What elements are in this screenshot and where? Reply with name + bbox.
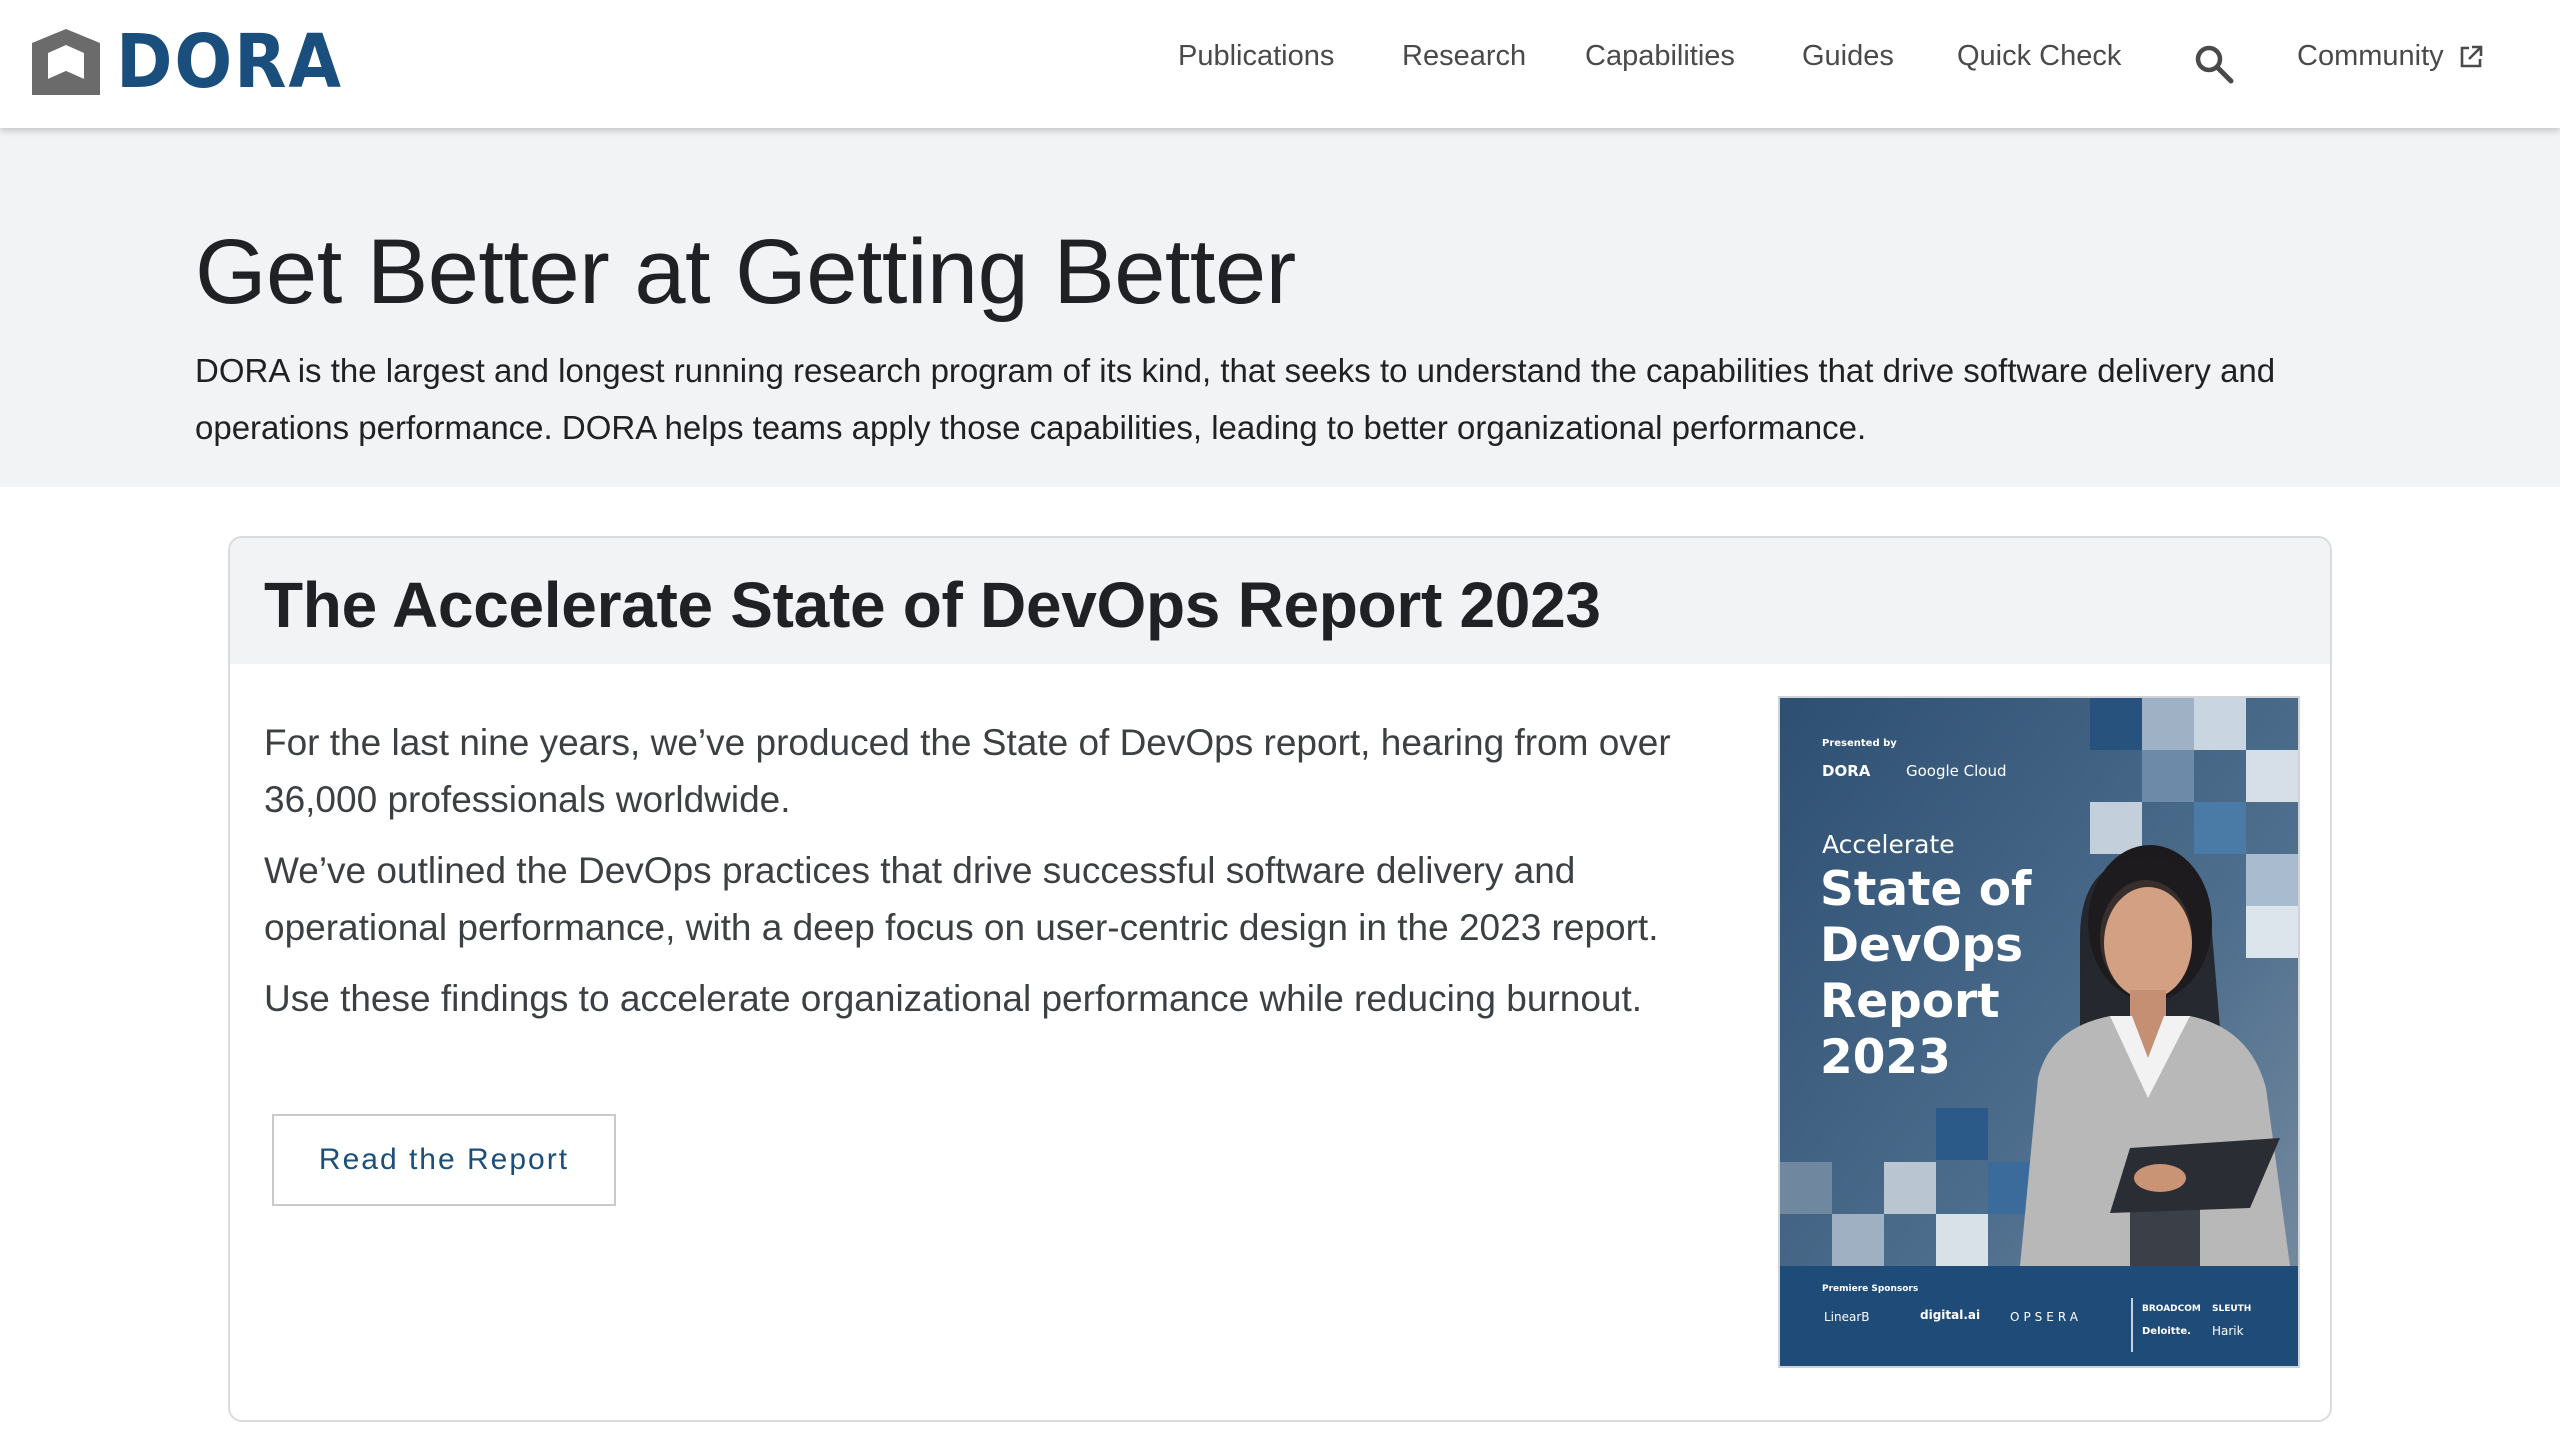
- report-card-body: For the last nine years, we’ve produced …: [264, 714, 1684, 1041]
- cover-title-line: 2023: [1820, 1030, 1951, 1085]
- sponsor-logo: BROADCOM: [2142, 1304, 2201, 1314]
- sponsor-logo: Harik: [2212, 1324, 2244, 1338]
- external-link-icon: [2460, 46, 2482, 68]
- report-paragraph: We’ve outlined the DevOps practices that…: [264, 850, 1659, 948]
- cover-title-line: Report: [1820, 974, 2000, 1029]
- site-header: DORA Publications Research Capabilities …: [0, 0, 2560, 128]
- sponsor-logo: SLEUTH: [2212, 1304, 2252, 1314]
- report-paragraph: Use these findings to accelerate organiz…: [264, 978, 1643, 1019]
- cover-dora-logo: DORA: [1822, 762, 1871, 780]
- search-icon[interactable]: [2192, 42, 2236, 86]
- report-cover-image[interactable]: Presented by DORA Google Cloud Accelerat…: [1778, 696, 2300, 1368]
- sponsor-logo: digital.ai: [1920, 1308, 1981, 1322]
- cover-title-line: State of: [1820, 862, 2032, 917]
- hero-section: Get Better at Getting Better DORA is the…: [0, 128, 2560, 487]
- read-report-button[interactable]: Read the Report: [272, 1114, 616, 1206]
- dora-logo[interactable]: DORA: [26, 22, 363, 102]
- hero-description: DORA is the largest and longest running …: [195, 352, 2276, 446]
- report-card: The Accelerate State of DevOps Report 20…: [228, 536, 2332, 1422]
- cover-presented-by: Presented by: [1822, 738, 1897, 749]
- sponsor-logo: OPSERA: [2010, 1310, 2082, 1324]
- cover-title-line: DevOps: [1820, 918, 2024, 973]
- nav-research[interactable]: Research: [1402, 40, 1526, 73]
- dora-house-icon: [32, 29, 100, 95]
- report-card-title: The Accelerate State of DevOps Report 20…: [264, 569, 1601, 641]
- cover-sponsors-label: Premiere Sponsors: [1822, 1284, 1919, 1294]
- cover-google-cloud-logo: Google Cloud: [1906, 762, 2007, 780]
- sponsor-logo: Deloitte.: [2142, 1326, 2191, 1337]
- nav-capabilities[interactable]: Capabilities: [1585, 40, 1735, 73]
- nav-community[interactable]: Community: [2297, 40, 2484, 73]
- nav-guides[interactable]: Guides: [1802, 40, 1894, 73]
- report-card-header: The Accelerate State of DevOps Report 20…: [230, 538, 2330, 664]
- sponsor-logo: LinearB: [1824, 1310, 1870, 1324]
- cover-title: State of DevOps Report 2023: [1820, 862, 2031, 1086]
- nav-community-label: Community: [2297, 40, 2444, 72]
- hero-title: Get Better at Getting Better: [195, 221, 1296, 323]
- cover-kicker: Accelerate: [1822, 830, 1955, 859]
- logo-wordmark: DORA: [116, 19, 343, 105]
- report-paragraph: For the last nine years, we’ve produced …: [264, 722, 1671, 820]
- nav-quick-check[interactable]: Quick Check: [1957, 40, 2121, 73]
- nav-publications[interactable]: Publications: [1178, 40, 1334, 73]
